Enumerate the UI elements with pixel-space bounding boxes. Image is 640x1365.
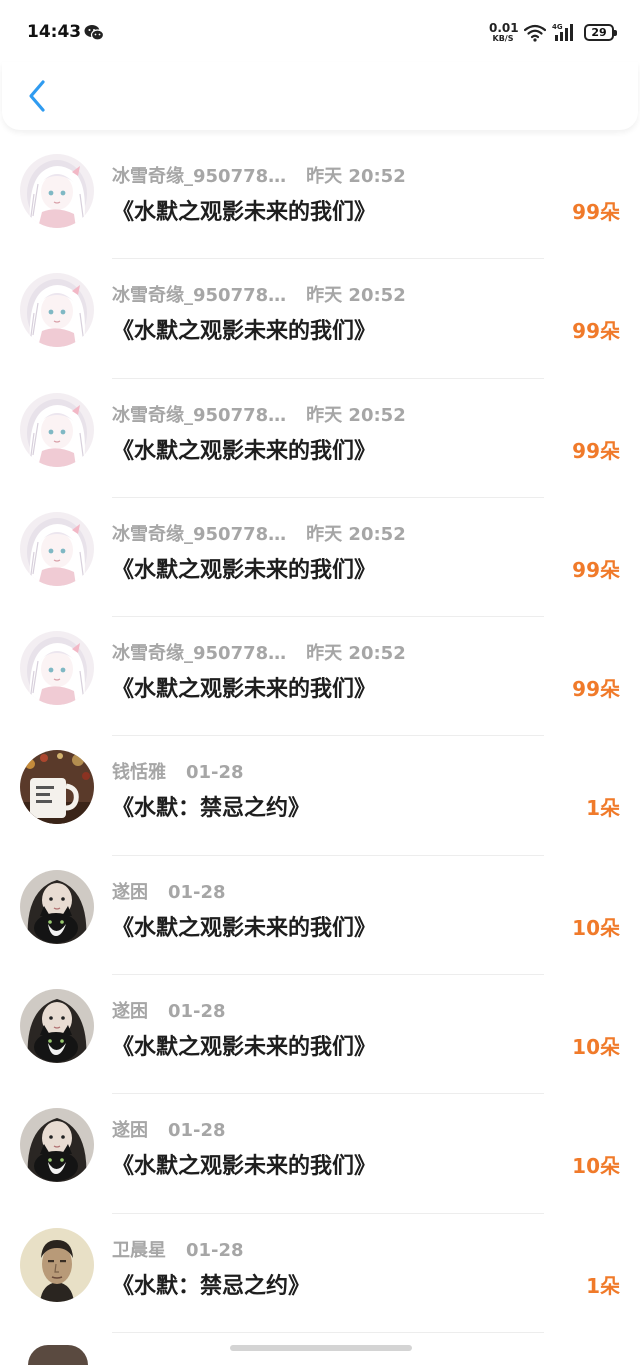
record-meta: 遂困 01-28 — [112, 878, 226, 904]
status-time: 14:43 — [27, 22, 82, 42]
status-bar: 14:43 0.01 KB/S 4G 29 — [0, 0, 640, 62]
record-meta: 冰雪奇缘_950778… 昨天 20:52 — [112, 281, 406, 307]
timestamp: 昨天 20:52 — [306, 404, 406, 426]
timestamp: 昨天 20:52 — [306, 523, 406, 545]
record-meta: 遂困 01-28 — [112, 1116, 226, 1142]
book-title: 《水默：禁忌之约》 — [112, 796, 311, 822]
home-indicator[interactable] — [230, 1345, 412, 1351]
timestamp: 01-28 — [168, 1120, 226, 1142]
avatar-image — [20, 631, 94, 706]
record-meta: 钱恬雅 01-28 — [112, 758, 244, 784]
record-meta: 卫晨星 01-28 — [112, 1236, 244, 1262]
avatar[interactable] — [20, 989, 94, 1064]
avatar[interactable] — [20, 869, 94, 944]
network-speed-unit: KB/S — [492, 34, 514, 43]
timestamp: 01-28 — [186, 762, 244, 784]
username: 冰雪奇缘_950778… — [112, 643, 287, 665]
username: 遂困 — [112, 881, 148, 903]
avatar[interactable] — [20, 1227, 94, 1302]
gift-count: 1朵 — [586, 1273, 620, 1298]
record-meta: 冰雪奇缘_950778… 昨天 20:52 — [112, 162, 406, 188]
signal-icon: 4G — [552, 23, 573, 41]
back-button[interactable] — [20, 76, 54, 116]
username: 冰雪奇缘_950778… — [112, 166, 287, 187]
gift-count: 1朵 — [586, 796, 620, 821]
list-item[interactable]: 冰雪奇缘_950778… 昨天 20:52 《水默之观影未来的我们》 99朵 — [0, 379, 640, 498]
list-item[interactable]: 冰雪奇缘_950778… 昨天 20:52 《水默之观影未来的我们》 99朵 — [0, 498, 640, 618]
record-meta: 冰雪奇缘_950778… 昨天 20:52 — [112, 639, 406, 665]
network-speed: 0.01 KB/S — [489, 21, 519, 43]
gift-count: 10朵 — [572, 915, 620, 940]
username: 遂困 — [112, 1001, 148, 1023]
avatar-image — [20, 1108, 94, 1183]
top-nav-bar — [2, 62, 638, 130]
book-title: 《水默之观影未来的我们》 — [112, 915, 377, 941]
network-type-label: 4G — [552, 23, 563, 31]
list-item[interactable]: 遂困 01-28 《水默之观影未来的我们》 10朵 — [0, 1094, 640, 1214]
book-title: 《水默之观影未来的我们》 — [112, 200, 377, 225]
avatar-image — [20, 392, 94, 467]
gift-record-list: 冰雪奇缘_950778… 昨天 20:52 《水默之观影未来的我们》 99朵 冰雪… — [0, 140, 640, 1333]
record-meta: 冰雪奇缘_950778… 昨天 20:52 — [112, 401, 406, 427]
partial-avatar — [28, 1345, 88, 1365]
username: 冰雪奇缘_950778… — [112, 285, 287, 307]
book-title: 《水默：禁忌之约》 — [112, 1273, 311, 1299]
list-item[interactable]: 遂困 01-28 《水默之观影未来的我们》 10朵 — [0, 975, 640, 1095]
timestamp: 昨天 20:52 — [306, 643, 406, 665]
username: 冰雪奇缘_950778… — [112, 523, 287, 545]
avatar-image — [20, 511, 94, 586]
timestamp: 01-28 — [168, 881, 226, 903]
battery-level: 29 — [591, 26, 607, 39]
list-item[interactable]: 卫晨星 01-28 《水默：禁忌之约》 1朵 — [0, 1214, 640, 1333]
avatar-image — [20, 750, 94, 825]
avatar[interactable] — [20, 511, 94, 586]
username: 钱恬雅 — [112, 762, 166, 784]
avatar-image — [20, 154, 94, 228]
username: 冰雪奇缘_950778… — [112, 404, 287, 426]
avatar[interactable] — [20, 631, 94, 706]
record-meta: 遂困 01-28 — [112, 997, 226, 1023]
book-title: 《水默之观影未来的我们》 — [112, 1154, 377, 1180]
gift-count: 99朵 — [572, 557, 620, 582]
gift-count: 99朵 — [572, 200, 620, 224]
list-item[interactable]: 遂困 01-28 《水默之观影未来的我们》 10朵 — [0, 856, 640, 976]
gift-count: 99朵 — [572, 319, 620, 344]
list-item[interactable]: 冰雪奇缘_950778… 昨天 20:52 《水默之观影未来的我们》 99朵 — [0, 259, 640, 379]
book-title: 《水默之观影未来的我们》 — [112, 319, 377, 345]
gift-count: 99朵 — [572, 438, 620, 463]
divider — [112, 1331, 544, 1333]
avatar-image — [20, 869, 94, 944]
wechat-icon — [84, 25, 104, 41]
avatar[interactable] — [20, 1108, 94, 1183]
list-item[interactable]: 钱恬雅 01-28 《水默：禁忌之约》 1朵 — [0, 736, 640, 856]
book-title: 《水默之观影未来的我们》 — [112, 438, 377, 464]
username: 卫晨星 — [112, 1239, 166, 1261]
record-meta: 冰雪奇缘_950778… 昨天 20:52 — [112, 520, 406, 546]
avatar-image — [20, 273, 94, 348]
timestamp: 昨天 20:52 — [306, 166, 406, 187]
username: 遂困 — [112, 1120, 148, 1142]
avatar[interactable] — [20, 154, 94, 228]
timestamp: 昨天 20:52 — [306, 285, 406, 307]
battery-indicator: 29 — [584, 24, 617, 41]
list-item[interactable]: 冰雪奇缘_950778… 昨天 20:52 《水默之观影未来的我们》 99朵 — [0, 617, 640, 737]
avatar[interactable] — [20, 750, 94, 825]
avatar[interactable] — [20, 392, 94, 467]
timestamp: 01-28 — [186, 1239, 244, 1261]
gift-count: 10朵 — [572, 1035, 620, 1060]
gift-count: 10朵 — [572, 1154, 620, 1179]
wifi-icon — [524, 24, 546, 42]
avatar-image — [20, 1227, 94, 1302]
gift-count: 99朵 — [572, 677, 620, 702]
book-title: 《水默之观影未来的我们》 — [112, 557, 377, 583]
list-item[interactable]: 冰雪奇缘_950778… 昨天 20:52 《水默之观影未来的我们》 99朵 — [0, 140, 640, 260]
avatar-image — [20, 989, 94, 1064]
chevron-left-icon — [29, 80, 45, 112]
book-title: 《水默之观影未来的我们》 — [112, 1035, 377, 1061]
avatar[interactable] — [20, 273, 94, 348]
timestamp: 01-28 — [168, 1001, 226, 1023]
book-title: 《水默之观影未来的我们》 — [112, 677, 377, 703]
network-speed-value: 0.01 — [489, 21, 519, 35]
